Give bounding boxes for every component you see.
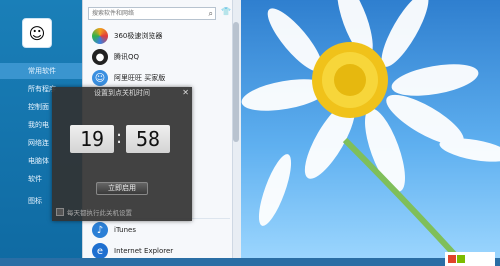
user-avatar[interactable]: ☺ xyxy=(22,18,52,48)
desktop-wallpaper xyxy=(235,0,500,266)
app-label: 360极速浏览器 xyxy=(114,32,163,40)
shutdown-timer-dialog: 设置到点关机时间 ✕ 19 : 58 立即启用 每天都执行此关机设置 xyxy=(52,87,192,221)
daily-checkbox-row[interactable]: 每天都执行此关机设置 xyxy=(56,207,132,217)
minute-display[interactable]: 58 xyxy=(126,125,170,153)
close-icon[interactable]: ✕ xyxy=(182,88,189,97)
time-separator: : xyxy=(116,127,123,148)
scroll-thumb[interactable] xyxy=(233,22,239,142)
hour-display[interactable]: 19 xyxy=(70,125,114,153)
search-input[interactable] xyxy=(89,8,203,19)
app-item-3[interactable]: ♪ iTunes xyxy=(92,220,136,240)
app-label: 腾讯QQ xyxy=(114,53,140,61)
daily-checkbox-label: 每天都执行此关机设置 xyxy=(67,209,132,217)
dialog-title: 设置到点关机时间 xyxy=(94,89,150,97)
itunes-icon: ♪ xyxy=(92,222,108,238)
nav-item-0[interactable]: 常用软件 xyxy=(0,63,82,79)
app-item-0[interactable]: 360极速浏览器 xyxy=(92,26,162,46)
search-box: ⌕ xyxy=(88,7,216,20)
logo-green-square xyxy=(457,255,465,263)
enable-now-button[interactable]: 立即启用 xyxy=(96,182,148,195)
qq-penguin-icon: ● xyxy=(92,49,108,65)
avatar-face-icon: ☺ xyxy=(28,23,46,43)
360-browser-icon xyxy=(92,28,108,44)
logo-red-square xyxy=(448,255,456,263)
daisy-image xyxy=(241,0,500,266)
app-label: 阿里旺旺 买家版 xyxy=(114,74,166,82)
app-item-1[interactable]: ● 腾讯QQ xyxy=(92,47,139,67)
app-label: Internet Explorer xyxy=(114,247,174,255)
taskbar xyxy=(0,258,500,266)
wangwang-icon: ☺ xyxy=(92,70,108,86)
ie-icon: e xyxy=(92,243,108,259)
search-icon[interactable]: ⌕ xyxy=(209,9,213,19)
app-label: iTunes xyxy=(114,226,136,234)
daily-checkbox[interactable] xyxy=(56,208,64,216)
windows-logo-icon xyxy=(445,252,495,266)
app-item-2[interactable]: ☺ 阿里旺旺 买家版 xyxy=(92,68,165,88)
skin-icon[interactable]: 👕 xyxy=(221,7,231,16)
